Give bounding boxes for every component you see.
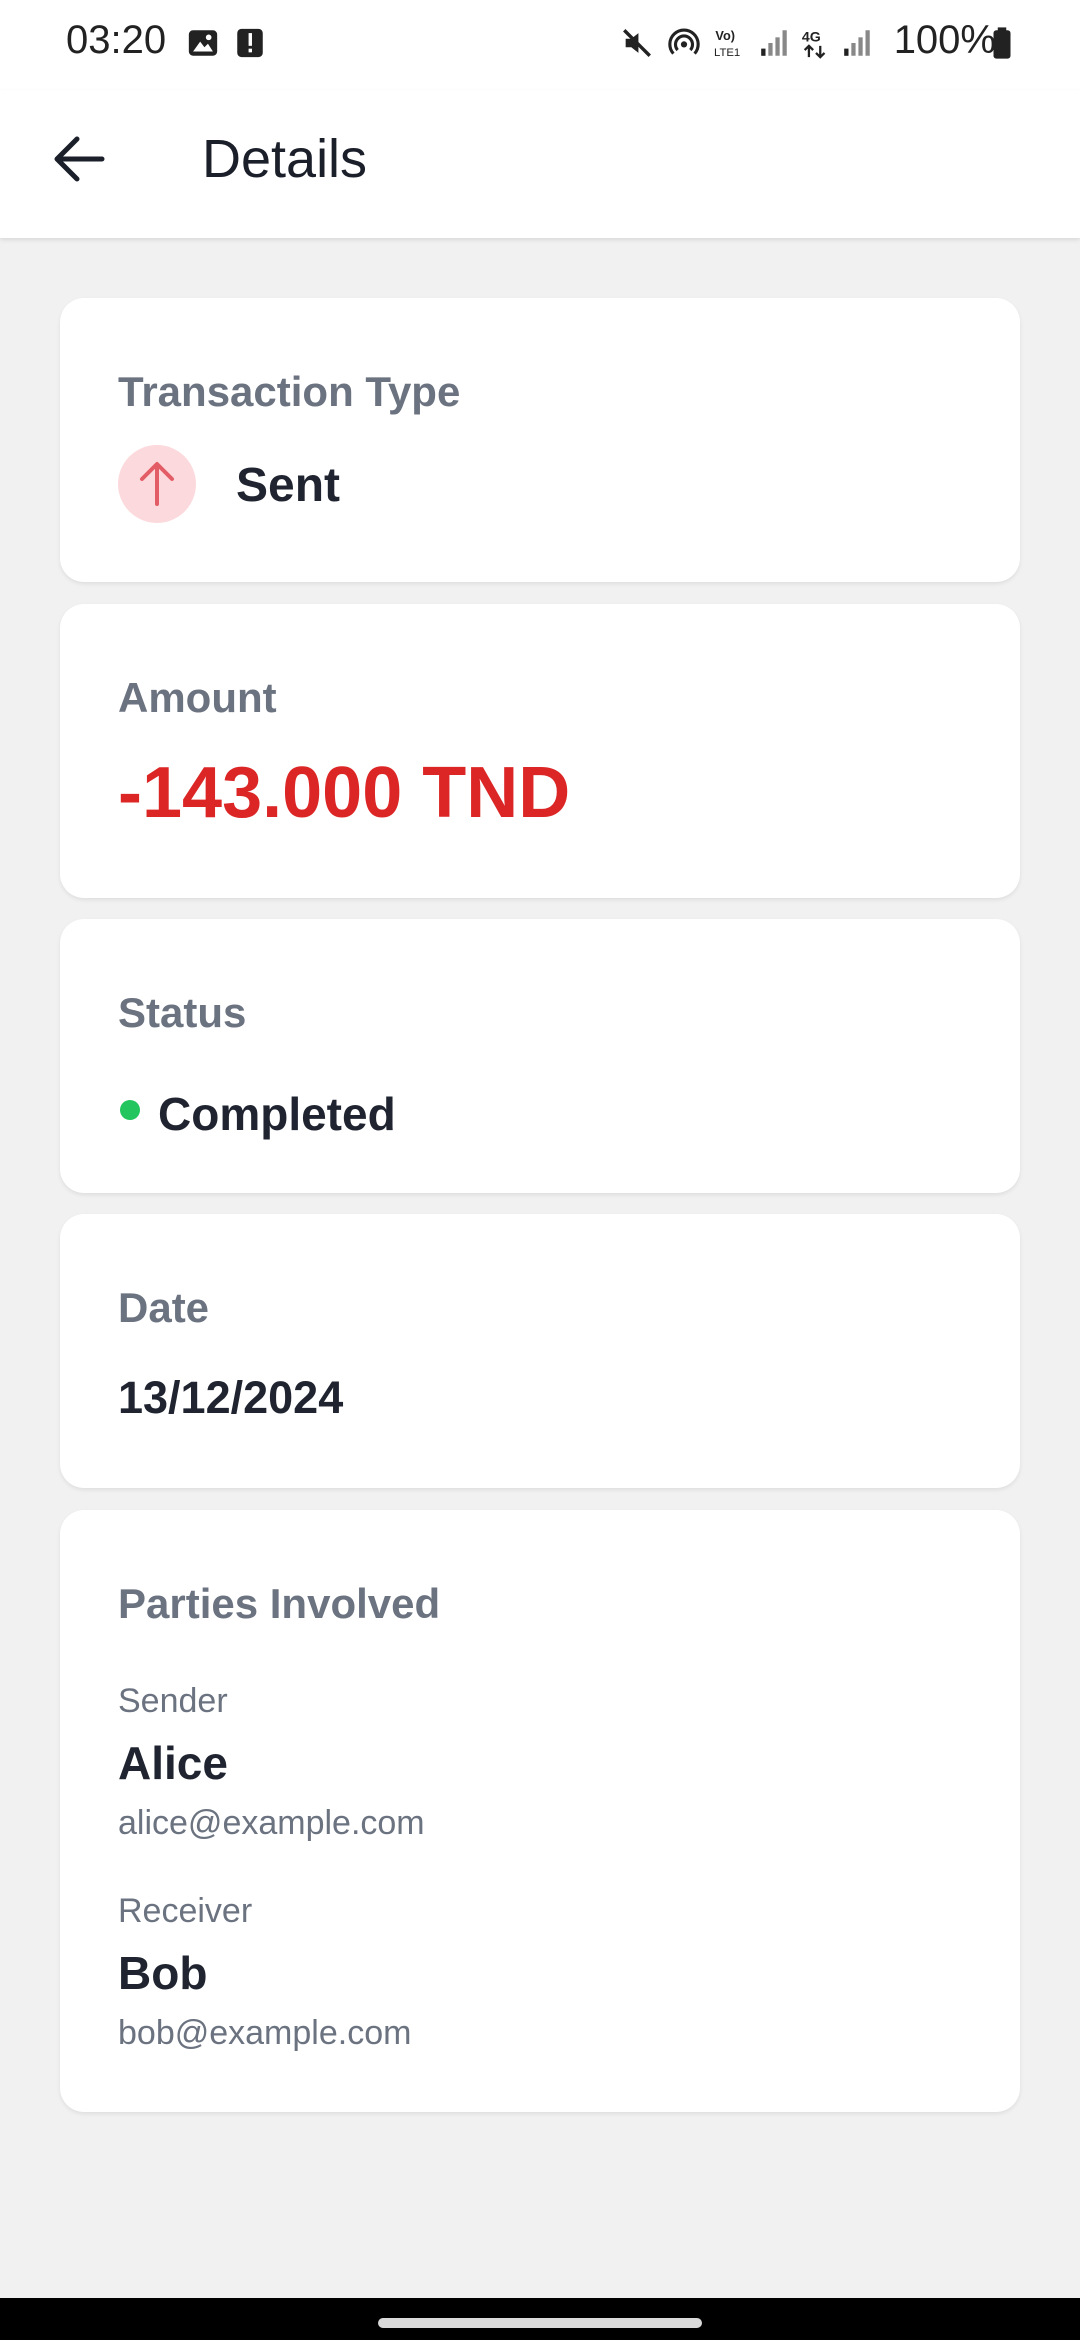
battery-icon — [990, 26, 1014, 60]
svg-text:Vo): Vo) — [715, 28, 735, 43]
mute-icon — [620, 26, 654, 60]
arrow-left-icon — [54, 136, 105, 182]
app-bar: Details — [0, 90, 1080, 238]
4g-icon: 4G — [799, 26, 833, 60]
transaction-type-value: Sent — [236, 459, 341, 512]
date-label: Date — [118, 1284, 210, 1331]
receiver-role-label: Receiver — [118, 1892, 253, 1930]
status-time: 03:20 — [66, 18, 167, 62]
volte-icon: Vo) LTE1 — [714, 26, 748, 60]
amount-value: -143.000 TND — [118, 753, 571, 833]
transaction-type-label: Transaction Type — [118, 368, 461, 415]
hotspot-icon — [667, 26, 701, 60]
amount-label: Amount — [118, 674, 277, 721]
sender-role-label: Sender — [118, 1682, 228, 1720]
status-card: Status Completed — [60, 919, 1020, 1193]
status-value: Completed — [158, 1088, 396, 1140]
sender-name: Alice — [118, 1737, 228, 1789]
signal-icon — [840, 26, 874, 60]
status-bar: 03:20 Vo) LTE1 4G 100% — [0, 0, 1080, 90]
sent-icon-badge — [118, 445, 196, 523]
navigation-bar — [0, 2298, 1080, 2340]
sender-email: alice@example.com — [118, 1804, 425, 1842]
parties-label: Parties Involved — [118, 1580, 441, 1627]
arrow-up-icon — [140, 462, 174, 506]
page-title: Details — [202, 129, 368, 189]
parties-card: Parties Involved Sender Alice alice@exam… — [60, 1510, 1020, 2112]
home-gesture-handle[interactable] — [378, 2318, 702, 2328]
alert-icon — [233, 26, 267, 60]
transaction-type-card: Transaction Type Sent — [60, 298, 1020, 582]
svg-text:4G: 4G — [802, 30, 821, 46]
amount-card: Amount -143.000 TND — [60, 604, 1020, 898]
date-card: Date 13/12/2024 — [60, 1214, 1020, 1488]
svg-text:LTE1: LTE1 — [714, 47, 740, 59]
receiver-email: bob@example.com — [118, 2014, 412, 2052]
status-label: Status — [118, 989, 247, 1036]
signal-icon — [757, 26, 791, 60]
battery-percent: 100% — [893, 18, 996, 62]
date-value: 13/12/2024 — [118, 1372, 344, 1423]
status-dot — [120, 1100, 140, 1120]
back-button[interactable] — [44, 124, 114, 194]
receiver-name: Bob — [118, 1947, 208, 1999]
gallery-icon — [186, 26, 220, 60]
